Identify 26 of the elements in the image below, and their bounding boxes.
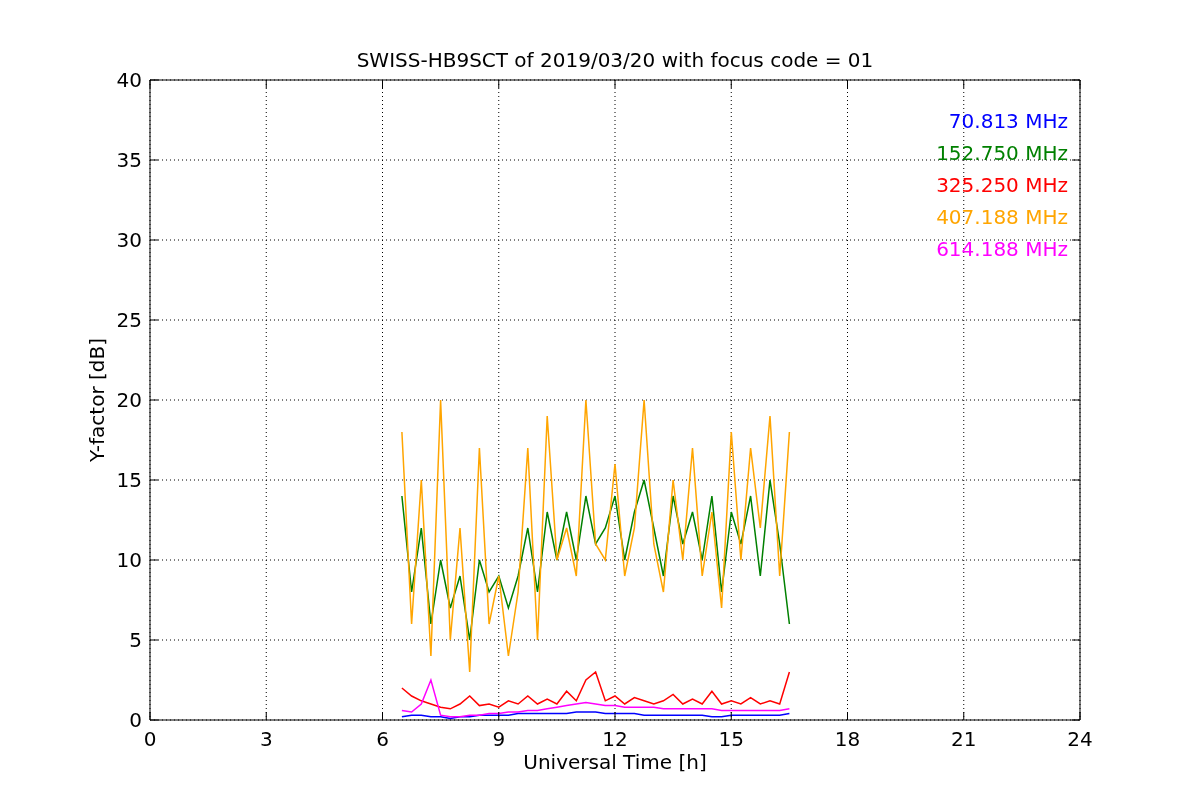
tick-label: 10: [116, 548, 142, 572]
legend-label: 325.250 MHz: [936, 173, 1068, 197]
tick-label: 0: [143, 727, 157, 751]
tick-label: 35: [116, 148, 142, 172]
axis-label: Y-factor [dB]: [85, 338, 109, 462]
tick-label: 20: [116, 388, 142, 412]
legend-label: 70.813 MHz: [948, 109, 1068, 133]
tick-label: 0: [129, 708, 142, 732]
tick-label: 15: [718, 727, 744, 751]
tick-label: 18: [834, 727, 861, 751]
legend-label: 407.188 MHz: [936, 205, 1068, 229]
tick-label: 30: [116, 228, 142, 252]
chart-title: SWISS-HB9SCT of 2019/03/20 with focus code = 01: [356, 48, 874, 72]
tick-label: 40: [116, 68, 142, 92]
tick-label: 6: [376, 727, 389, 751]
tick-label: 15: [116, 468, 142, 492]
legend-label: 614.188 MHz: [936, 237, 1068, 261]
tick-label: 24: [1067, 727, 1093, 751]
tick-label: 9: [492, 727, 506, 751]
axis-label: Universal Time [h]: [523, 750, 707, 774]
tick-label: 21: [951, 727, 977, 751]
tick-label: 5: [129, 628, 142, 652]
legend-label: 152.750 MHz: [936, 141, 1068, 165]
tick-label: 25: [116, 308, 142, 332]
tick-label: 3: [259, 727, 273, 751]
tick-label: 12: [602, 727, 628, 751]
